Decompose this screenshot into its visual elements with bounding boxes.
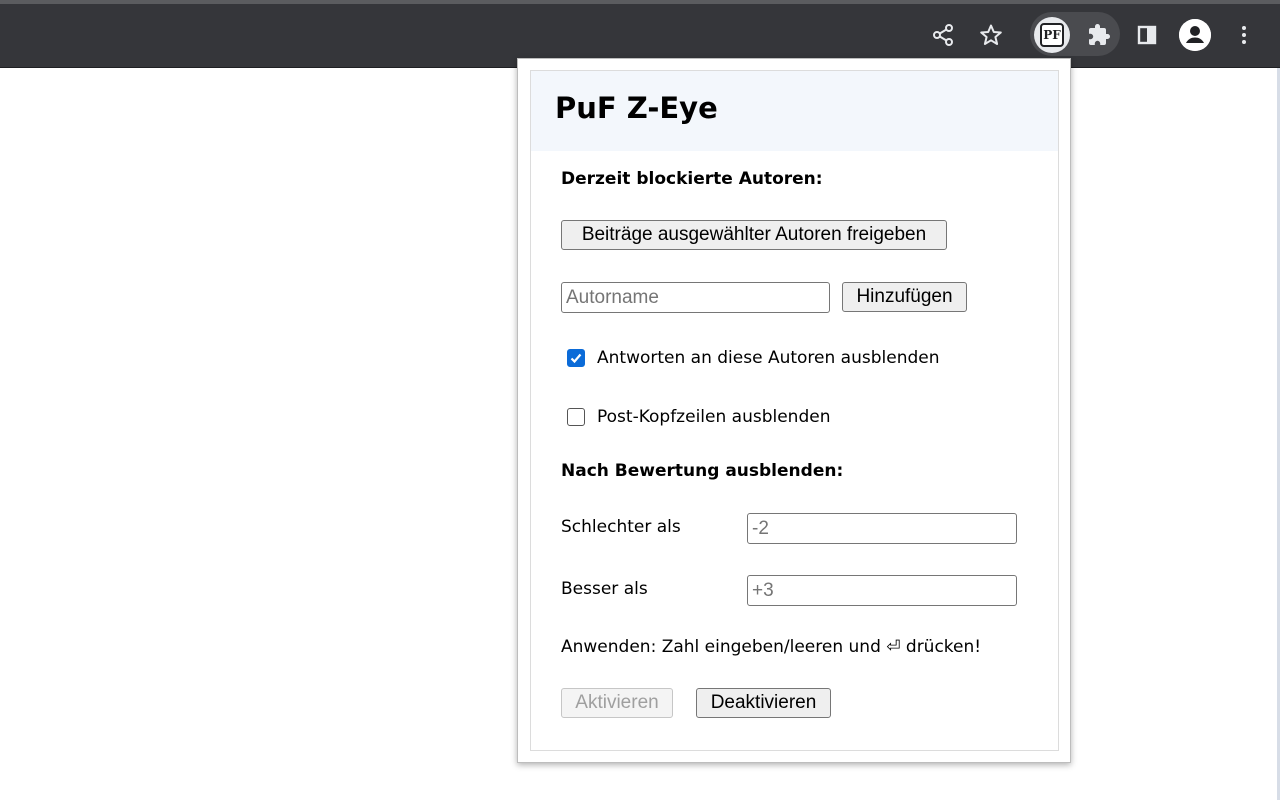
star-icon[interactable] — [977, 21, 1005, 49]
activate-button[interactable]: Aktivieren — [561, 688, 673, 718]
share-icon[interactable] — [929, 21, 957, 49]
worse-than-label: Schlechter als — [561, 517, 681, 537]
worse-than-input[interactable]: -2 — [747, 513, 1017, 544]
better-than-input[interactable]: +3 — [747, 575, 1017, 606]
hide-headers-checkbox[interactable] — [567, 408, 585, 426]
deactivate-button[interactable]: Deaktivieren — [696, 688, 831, 718]
more-icon[interactable] — [1230, 21, 1258, 49]
popup-title: PuF Z-Eye — [555, 91, 718, 125]
apply-hint: Anwenden: Zahl eingeben/leeren und ⏎ drü… — [561, 637, 982, 657]
extension-popup: PuF Z-Eye Derzeit blockierte Autoren: Be… — [517, 58, 1071, 763]
author-name-input[interactable]: Autorname — [561, 282, 830, 313]
puzzle-icon[interactable] — [1085, 21, 1113, 49]
release-authors-button[interactable]: Beiträge ausgewählter Autoren freigeben — [561, 220, 947, 250]
hide-headers-label: Post-Kopfzeilen ausblenden — [597, 407, 831, 427]
add-author-button[interactable]: Hinzufügen — [842, 282, 967, 312]
popup-header: PuF Z-Eye — [531, 71, 1058, 151]
better-than-label: Besser als — [561, 579, 648, 599]
sidepanel-icon[interactable] — [1133, 21, 1161, 49]
hide-replies-label: Antworten an diese Autoren ausblenden — [597, 348, 940, 368]
hide-replies-checkbox[interactable] — [567, 349, 585, 367]
popup-panel: PuF Z-Eye Derzeit blockierte Autoren: Be… — [530, 70, 1059, 751]
blocked-authors-heading: Derzeit blockierte Autoren: — [561, 169, 823, 189]
rating-heading: Nach Bewertung ausblenden: — [561, 461, 844, 481]
puf-extension-icon[interactable]: PF — [1040, 23, 1064, 47]
profile-icon[interactable] — [1179, 19, 1211, 51]
